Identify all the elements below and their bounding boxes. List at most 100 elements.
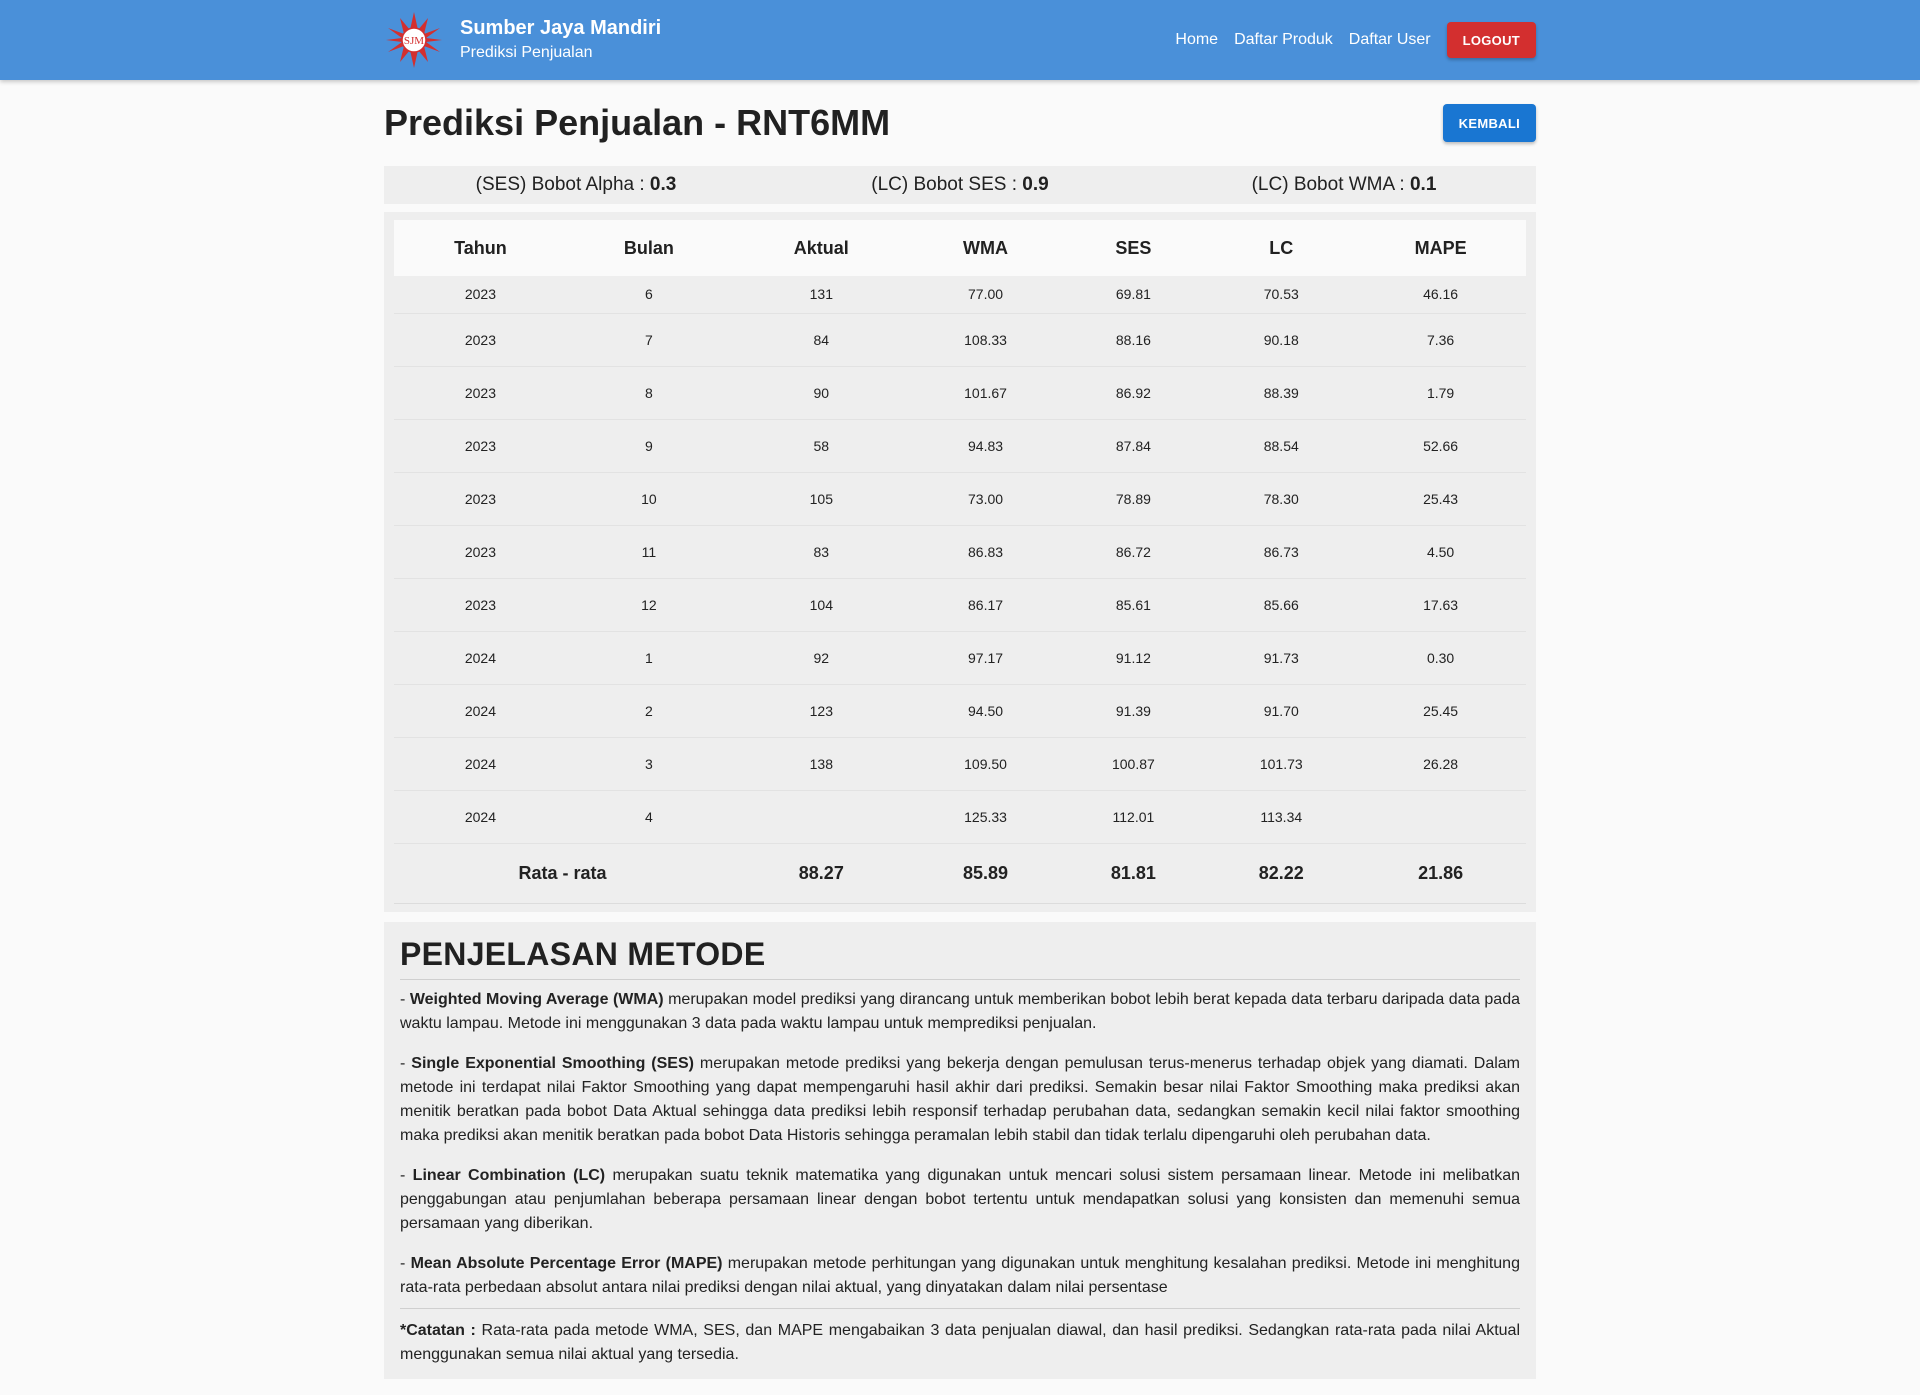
table-cell-ses: 85.61 bbox=[1059, 578, 1208, 632]
table-cell-aktual: 104 bbox=[731, 578, 912, 632]
table-cell-ses: 78.89 bbox=[1059, 472, 1208, 526]
navbar-inner: SJM Sumber Jaya Mandiri Prediksi Penjual… bbox=[384, 0, 1536, 80]
table-row: 2024 1 92 97.17 91.12 91.73 0.30 bbox=[394, 631, 1526, 685]
nav-daftar-user-link[interactable]: Daftar User bbox=[1349, 31, 1431, 49]
table-cell-mape: 4.50 bbox=[1355, 525, 1526, 579]
table-cell-wma: 125.33 bbox=[911, 790, 1060, 844]
table-cell-wma: 109.50 bbox=[911, 737, 1060, 791]
table-cell-bulan: 1 bbox=[566, 631, 732, 685]
table-cell-tahun: 2023 bbox=[394, 419, 567, 473]
logout-button[interactable]: LOGOUT bbox=[1446, 22, 1536, 58]
column-header: WMA bbox=[963, 237, 1009, 258]
brand-text: Sumber Jaya Mandiri Prediksi Penjualan bbox=[460, 15, 661, 65]
param-label: (SES) Bobot Alpha : bbox=[475, 174, 650, 195]
table-cell-ses: 87.84 bbox=[1059, 419, 1208, 473]
table-cell-lc: 78.30 bbox=[1207, 472, 1356, 526]
brand[interactable]: SJM Sumber Jaya Mandiri Prediksi Penjual… bbox=[384, 10, 661, 70]
method-lc: - Linear Combination (LC) merupakan suat… bbox=[400, 1164, 1520, 1236]
table-cell-lc: 88.39 bbox=[1207, 366, 1356, 420]
back-button[interactable]: KEMBALI bbox=[1442, 104, 1536, 142]
table-cell-aktual: 123 bbox=[731, 684, 912, 738]
table-cell-bulan: 12 bbox=[566, 578, 732, 632]
table-row: 2024 4 125.33 112.01 113.34 bbox=[394, 790, 1526, 844]
column-header: Tahun bbox=[454, 237, 507, 258]
average-lc: 82.22 bbox=[1207, 843, 1356, 904]
table-cell-ses: 88.16 bbox=[1059, 313, 1208, 367]
table-cell-ses: 86.92 bbox=[1059, 366, 1208, 420]
table-cell-aktual: 83 bbox=[731, 525, 912, 579]
method-wma: - Weighted Moving Average (WMA) merupaka… bbox=[400, 988, 1520, 1036]
table-cell-ses: 86.72 bbox=[1059, 525, 1208, 579]
table-cell-wma: 101.67 bbox=[911, 366, 1060, 420]
table-cell-bulan: 7 bbox=[566, 313, 732, 367]
table-cell-mape bbox=[1355, 790, 1526, 844]
table-cell-ses: 91.12 bbox=[1059, 631, 1208, 685]
method-term: Weighted Moving Average (WMA) bbox=[409, 990, 664, 1008]
company-logo-icon: SJM bbox=[386, 12, 442, 68]
table-cell-bulan: 4 bbox=[566, 790, 732, 844]
table-row: 2023 6 131 77.00 69.81 70.53 46.16 bbox=[394, 276, 1526, 314]
table-cell-tahun: 2024 bbox=[394, 684, 567, 738]
table-cell-lc: 91.70 bbox=[1207, 684, 1356, 738]
table-cell-bulan: 11 bbox=[566, 525, 732, 579]
nav-daftar-produk-link[interactable]: Daftar Produk bbox=[1234, 31, 1333, 49]
divider bbox=[400, 1307, 1520, 1309]
table-cell-mape: 17.63 bbox=[1355, 578, 1526, 632]
table-cell-bulan: 6 bbox=[566, 276, 732, 314]
brand-subtitle: Prediksi Penjualan bbox=[460, 44, 593, 61]
table-cell-bulan: 2 bbox=[566, 684, 732, 738]
average-aktual: 88.27 bbox=[731, 843, 912, 904]
table-cell-tahun: 2024 bbox=[394, 737, 567, 791]
page-title: Prediksi Penjualan - RNT6MM bbox=[384, 102, 891, 143]
method-mape: - Mean Absolute Percentage Error (MAPE) … bbox=[400, 1252, 1520, 1300]
table-header-row: Tahun Bulan Aktual WMA SES LC MAPE bbox=[394, 220, 1526, 276]
table-cell-bulan: 10 bbox=[566, 472, 732, 526]
table-cell-ses: 100.87 bbox=[1059, 737, 1208, 791]
column-header: Bulan bbox=[623, 237, 674, 258]
navbar: SJM Sumber Jaya Mandiri Prediksi Penjual… bbox=[0, 0, 1920, 80]
table-cell-lc: 113.34 bbox=[1207, 790, 1356, 844]
nav-links: Home Daftar Produk Daftar User LOGOUT bbox=[1159, 22, 1536, 58]
table-cell-ses: 112.01 bbox=[1059, 790, 1208, 844]
title-row: Prediksi Penjualan - RNT6MM KEMBALI bbox=[384, 80, 1536, 166]
table-cell-lc: 90.18 bbox=[1207, 313, 1356, 367]
column-header: LC bbox=[1269, 237, 1294, 258]
nav-home-link[interactable]: Home bbox=[1175, 31, 1218, 49]
table-cell-mape: 7.36 bbox=[1355, 313, 1526, 367]
table-row: 2023 8 90 101.67 86.92 88.39 1.79 bbox=[394, 366, 1526, 420]
note-text: Rata-rata pada metode WMA, SES, dan MAPE… bbox=[400, 1321, 1521, 1363]
param-value: 0.9 bbox=[1022, 174, 1049, 195]
prediction-table: Tahun Bulan Aktual WMA SES LC MAPE 2023 6… bbox=[394, 220, 1526, 904]
table-cell-lc: 85.66 bbox=[1207, 578, 1356, 632]
bullet: - bbox=[400, 990, 410, 1008]
table-cell-tahun: 2024 bbox=[394, 790, 567, 844]
average-label: Rata - rata bbox=[394, 843, 732, 904]
bullet: - bbox=[400, 1054, 412, 1072]
note-term: *Catatan : bbox=[400, 1321, 476, 1339]
table-cell-mape: 0.30 bbox=[1355, 631, 1526, 685]
table-cell-tahun: 2023 bbox=[394, 366, 567, 420]
table-row: 2023 11 83 86.83 86.72 86.73 4.50 bbox=[394, 525, 1526, 579]
param-lc-wma: (LC) Bobot WMA : 0.1 bbox=[1152, 174, 1536, 196]
table-row: 2023 12 104 86.17 85.61 85.66 17.63 bbox=[394, 578, 1526, 632]
table-row: 2024 2 123 94.50 91.39 91.70 25.45 bbox=[394, 684, 1526, 738]
table-cell-wma: 86.17 bbox=[911, 578, 1060, 632]
column-header: MAPE bbox=[1414, 237, 1467, 258]
table-cell-wma: 97.17 bbox=[911, 631, 1060, 685]
column-header: SES bbox=[1115, 237, 1152, 258]
param-value: 0.3 bbox=[649, 174, 677, 195]
table-cell-lc: 70.53 bbox=[1207, 276, 1356, 314]
brand-title: Sumber Jaya Mandiri bbox=[460, 17, 662, 39]
table-cell-wma: 73.00 bbox=[911, 472, 1060, 526]
average-mape: 21.86 bbox=[1355, 843, 1526, 904]
param-label: (LC) Bobot WMA : bbox=[1251, 174, 1410, 195]
table-cell-bulan: 3 bbox=[566, 737, 732, 791]
bullet: - bbox=[400, 1254, 411, 1272]
table-row: 2023 10 105 73.00 78.89 78.30 25.43 bbox=[394, 472, 1526, 526]
average-wma: 85.89 bbox=[911, 843, 1060, 904]
table-cell-wma: 94.50 bbox=[911, 684, 1060, 738]
table-cell-mape: 25.45 bbox=[1355, 684, 1526, 738]
table-cell-aktual: 90 bbox=[731, 366, 912, 420]
table-cell-ses: 91.39 bbox=[1059, 684, 1208, 738]
main-content: Prediksi Penjualan - RNT6MM KEMBALI (SES… bbox=[384, 80, 1536, 1379]
